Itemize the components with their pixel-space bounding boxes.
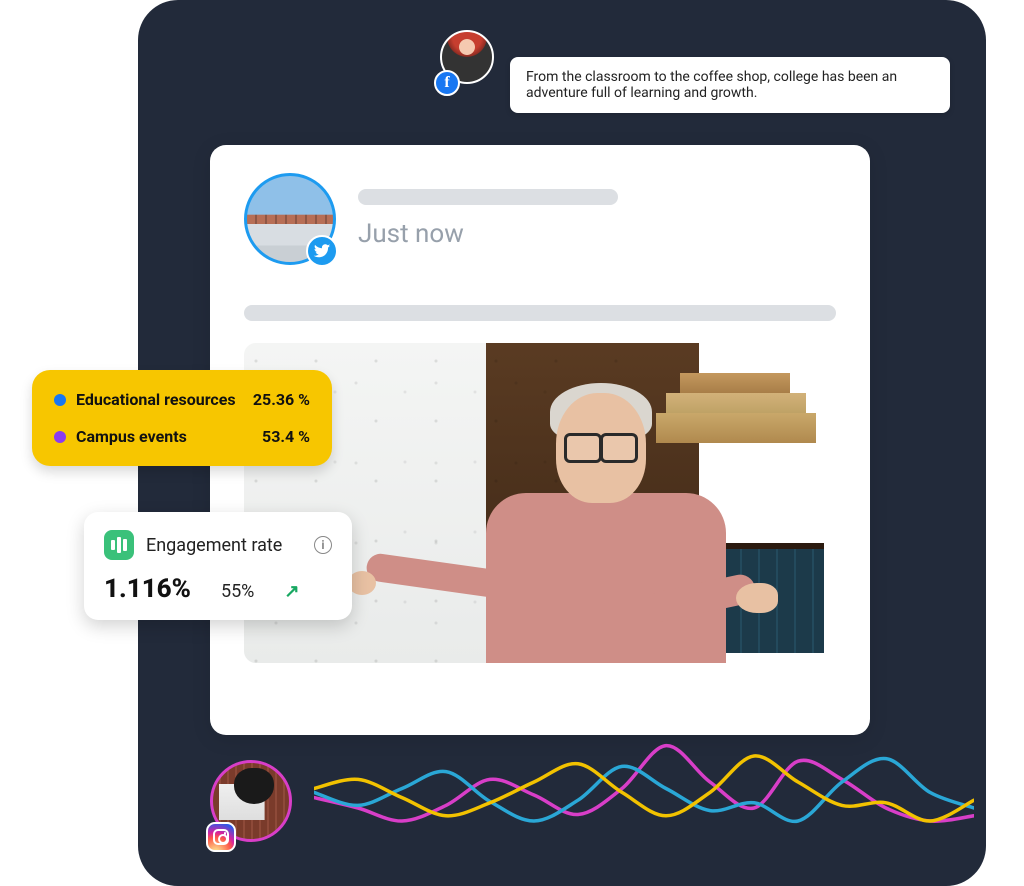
instagram-icon — [206, 822, 236, 852]
chart-series-line — [314, 758, 974, 821]
bar-chart-icon — [104, 530, 134, 560]
engagement-body: 1.116% 55% ↗ — [104, 574, 332, 604]
engagement-value: 1.116% — [104, 574, 191, 604]
placeholder-bar — [358, 189, 618, 205]
stat-label-text: Campus events — [76, 427, 187, 446]
stat-row: Campus events 53.4 % — [54, 427, 310, 446]
comment-text: From the classroom to the coffee shop, c… — [526, 69, 897, 101]
top-avatar: f — [440, 30, 500, 90]
trend-chart — [314, 730, 974, 860]
stat-label: Campus events — [54, 427, 187, 446]
teacher-figure — [466, 383, 726, 663]
post-timestamp: Just now — [358, 219, 618, 249]
post-avatar — [244, 173, 336, 265]
comment-bubble: From the classroom to the coffee shop, c… — [510, 57, 950, 113]
legend-dot-icon — [54, 431, 66, 443]
stat-row: Educational resources 25.36 % — [54, 390, 310, 409]
facebook-icon: f — [434, 70, 460, 96]
engagement-title: Engagement rate — [146, 535, 282, 556]
category-stats-card: Educational resources 25.36 % Campus eve… — [32, 370, 332, 466]
legend-dot-icon — [54, 394, 66, 406]
stat-label-text: Educational resources — [76, 390, 236, 409]
engagement-header: Engagement rate i — [104, 530, 332, 560]
info-icon[interactable]: i — [314, 536, 332, 554]
twitter-icon — [306, 235, 338, 267]
bottom-avatar — [210, 760, 298, 848]
post-header: Just now — [244, 173, 836, 265]
placeholder-bar — [244, 305, 836, 321]
stat-value: 53.4 % — [262, 427, 310, 446]
engagement-card: Engagement rate i 1.116% 55% ↗ — [84, 512, 352, 620]
trend-up-icon: ↗ — [284, 581, 299, 602]
post-header-text: Just now — [358, 189, 618, 249]
stat-value: 25.36 % — [253, 390, 310, 409]
stat-label: Educational resources — [54, 390, 236, 409]
engagement-delta: 55% — [221, 581, 254, 602]
